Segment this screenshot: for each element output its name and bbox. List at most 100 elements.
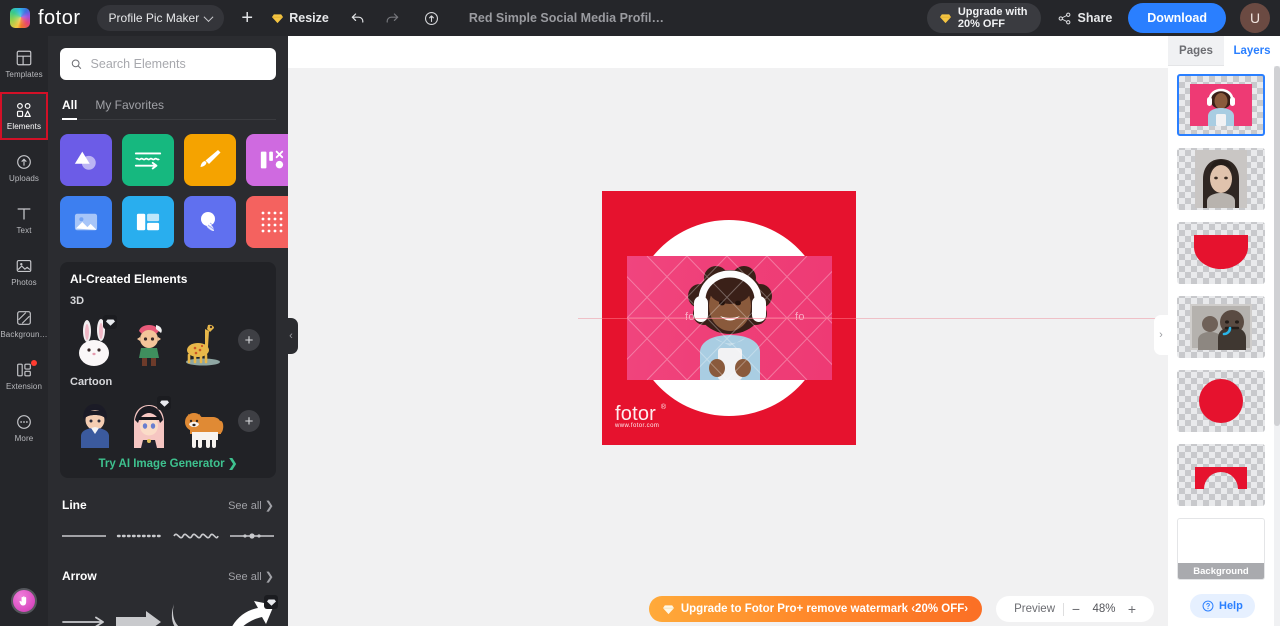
resize-label: Resize (289, 11, 329, 25)
undo-icon (351, 13, 364, 23)
add-more-3d-button[interactable]: + (238, 329, 260, 351)
element-shiba-dog[interactable] (178, 394, 228, 448)
tab-pages[interactable]: Pages (1168, 36, 1224, 66)
upgrade-line-2: 20% OFF (957, 18, 1005, 30)
layer-thumbnail (1179, 298, 1263, 356)
line-wavy[interactable] (172, 528, 220, 549)
collapse-right-panel-button[interactable]: › (1154, 315, 1168, 355)
avatar[interactable]: U (1240, 3, 1270, 33)
canvas-area[interactable]: fotor fo fotor ® www.fotor.com (288, 36, 1168, 626)
question-circle-icon (1202, 600, 1214, 612)
arrow-see-all-link[interactable]: See all ❯ (228, 570, 274, 583)
collapse-left-panel-button[interactable]: ‹ (284, 318, 298, 354)
elf-3d-image (137, 325, 162, 366)
upgrade-button[interactable]: Upgrade with 20% OFF (926, 3, 1041, 33)
tab-my-favorites[interactable]: My Favorites (95, 98, 164, 119)
line-see-all-link[interactable]: See all ❯ (228, 499, 274, 512)
arrow-swoosh[interactable] (224, 595, 278, 626)
element-anime-girl[interactable] (124, 394, 174, 448)
sidebar-item-more[interactable]: More (0, 404, 48, 452)
layer-shape-red-circle[interactable] (1177, 370, 1265, 432)
category-brush[interactable] (184, 134, 236, 186)
try-ai-image-generator-link[interactable]: Try AI Image Generator ❯ (70, 456, 266, 470)
zoom-out-button[interactable]: − (1064, 597, 1088, 621)
layer-background[interactable]: Background (1177, 518, 1265, 580)
tab-layers[interactable]: Layers (1224, 36, 1280, 66)
category-shapes[interactable] (60, 134, 112, 186)
line-solid[interactable] (60, 529, 108, 548)
document-title[interactable]: Red Simple Social Media Profil… (469, 11, 664, 25)
category-texture[interactable] (246, 196, 288, 248)
doc-type-selector[interactable]: Profile Pic Maker (96, 5, 225, 31)
layer-shape-red-arch-down[interactable] (1177, 222, 1265, 284)
tab-label: All (62, 98, 78, 112)
search-row (48, 36, 288, 80)
zoom-value[interactable]: 48% (1088, 603, 1120, 615)
brush-icon (200, 150, 221, 167)
preview-button[interactable]: Preview (1006, 603, 1063, 615)
layer-photo-two-men[interactable] (1177, 296, 1265, 358)
tab-all[interactable]: All (62, 98, 78, 120)
sidebar-item-label: More (14, 434, 34, 443)
sticker-icon (201, 212, 218, 233)
sidebar-item-uploads[interactable]: Uploads (0, 144, 48, 192)
sidebar-item-background[interactable]: Backgroun… (0, 300, 48, 348)
arrow-curved[interactable] (168, 600, 220, 626)
curved-arrow-icon (171, 604, 179, 626)
layer-thumbnail (1179, 150, 1263, 208)
sidebar-item-text[interactable]: Text (0, 196, 48, 244)
tab-label: Pages (1179, 44, 1213, 57)
brand-logo[interactable]: fotor (10, 7, 81, 30)
resize-button[interactable]: Resize (272, 11, 329, 25)
sidebar-item-extension[interactable]: Extension (0, 352, 48, 400)
promo-upgrade-button[interactable]: Upgrade to Fotor Pro+ remove watermark ‹… (648, 596, 983, 622)
element-anime-boy[interactable] (70, 394, 120, 448)
search-box[interactable] (60, 48, 276, 80)
line-dotted[interactable] (116, 529, 164, 548)
line-group-header: Line See all ❯ (48, 498, 288, 512)
group-label-3d: 3D (70, 295, 85, 307)
category-graphics[interactable] (246, 134, 288, 186)
chevron-right-icon: › (1159, 329, 1163, 341)
diamond-icon (159, 400, 169, 407)
layer-shape-red-arch-up[interactable] (1177, 444, 1265, 506)
layer-thumbnail (1179, 224, 1263, 282)
photos-icon (16, 260, 32, 272)
sidebar-item-label: Photos (11, 278, 37, 287)
artboard[interactable]: fotor fo fotor ® www.fotor.com (602, 191, 856, 445)
sidebar-item-templates[interactable]: Templates (0, 40, 48, 88)
category-grid (48, 120, 288, 248)
category-photo-frame[interactable] (60, 196, 112, 248)
sidebar-item-elements[interactable]: Elements (0, 92, 48, 140)
redo-icon (386, 13, 399, 23)
undo-button[interactable] (343, 3, 373, 33)
arrow-thin[interactable] (60, 610, 110, 626)
hand-tool-button[interactable] (11, 588, 37, 614)
bottom-bar: Upgrade to Fotor Pro+ remove watermark ‹… (288, 592, 1168, 626)
avatar-initial: U (1249, 10, 1261, 26)
layer-photo-girl-headphones[interactable] (1177, 74, 1265, 136)
element-elf-3d[interactable] (124, 313, 174, 367)
sidebar-item-photos[interactable]: Photos (0, 248, 48, 296)
more-icon (17, 415, 31, 429)
layer-photo-woman-portrait[interactable] (1177, 148, 1265, 210)
redo-button[interactable] (377, 3, 407, 33)
category-lines[interactable] (122, 134, 174, 186)
line-beaded[interactable] (228, 529, 276, 548)
arrow-block[interactable] (114, 608, 164, 626)
share-button[interactable]: Share (1057, 11, 1112, 26)
cloud-save-button[interactable] (417, 3, 447, 33)
registered-mark: ® (660, 404, 667, 411)
help-button[interactable]: Help (1190, 594, 1255, 618)
search-input[interactable] (90, 57, 266, 71)
element-giraffe-3d[interactable] (178, 313, 228, 367)
add-more-cartoon-button[interactable]: + (238, 410, 260, 432)
zoom-in-button[interactable]: + (1120, 597, 1144, 621)
download-button[interactable]: Download (1128, 3, 1226, 33)
category-sticker[interactable] (184, 196, 236, 248)
pro-badge (157, 396, 171, 410)
add-page-button[interactable]: + (232, 3, 262, 33)
category-collage[interactable] (122, 196, 174, 248)
layer-label: Background (1178, 563, 1264, 579)
element-rabbit-3d[interactable] (70, 313, 120, 367)
